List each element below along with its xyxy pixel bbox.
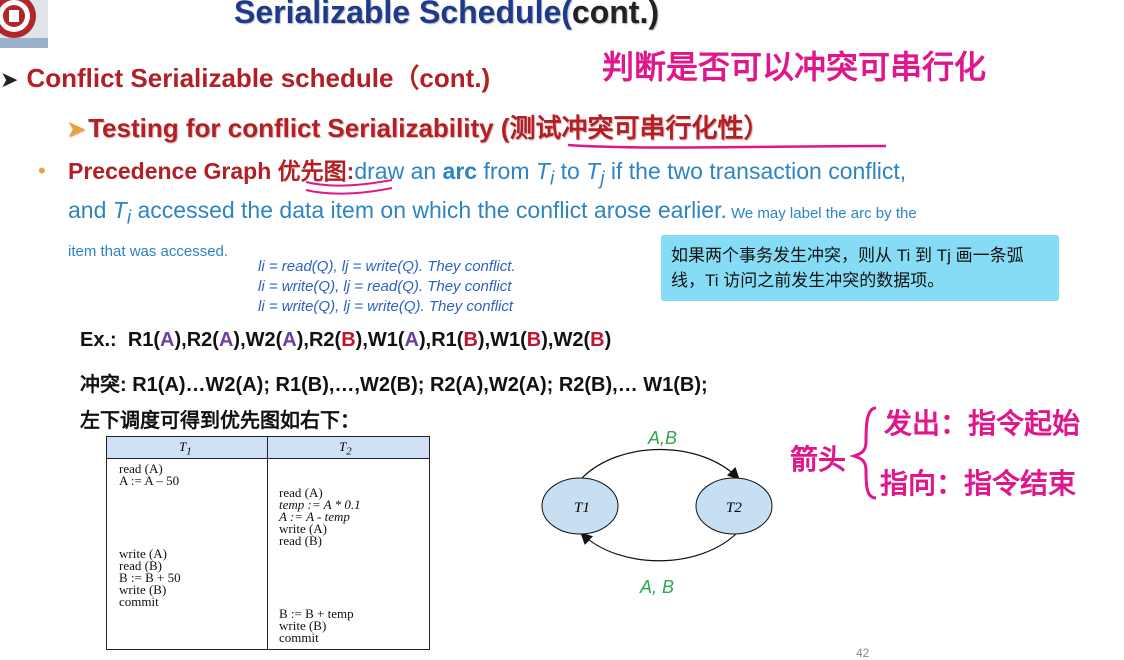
edge-top-label: A,B <box>647 428 677 448</box>
schedule-op: R2(A), <box>186 329 246 351</box>
page-number: 42 <box>856 646 870 660</box>
conflict-pairs-line: 冲突: R1(A)…W2(A); R1(B),…,W2(B); R2(A),W2… <box>80 374 708 396</box>
t2-ops-block1: read (A) temp := A * 0.1 A := A - temp writ… <box>279 485 361 548</box>
rule-line: li = read(Q), lj = write(Q). They confli… <box>258 258 516 275</box>
schedule-op: W1(A), <box>367 329 432 351</box>
schedule-op: W2(A), <box>245 329 309 351</box>
bullet-dot: • <box>38 158 46 183</box>
rule-line: li = write(Q), lj = write(Q). They confl… <box>258 298 514 315</box>
t1-ops-block2: write (A) read (B) B := B + 50 write (B) com… <box>119 546 181 609</box>
t2-ops-block2: B := B + temp write (B) commit <box>279 606 354 645</box>
schedule-op: R1(A), <box>127 329 187 351</box>
header-t1: T1 <box>179 439 192 458</box>
edge-bottom-label: A, B <box>639 577 674 597</box>
edge-t1-to-t2 <box>581 448 740 480</box>
schedule-table: T1 T2 read (A) A := A – 50 read (A) temp :… <box>106 436 430 650</box>
header-t2: T2 <box>339 439 352 458</box>
rule-line: li = write(Q), lj = read(Q). They confli… <box>258 278 512 295</box>
schedule-header <box>107 437 429 459</box>
precedence-graph: T1 T2 A,B A, B <box>541 428 773 597</box>
note-box: 如果两个事务发生冲突，则从 Ti 到 Tj 画一条弧线，Ti 访问之前发生冲突的… <box>661 235 1059 301</box>
conflict-rules: li = read(Q), lj = write(Q). They confli… <box>258 257 516 317</box>
schedule-note: 左下调度可得到优先图如右下： <box>80 410 360 432</box>
handwritten-line2: 指向：指令结束 <box>880 467 1077 500</box>
schedule-op: R1(B), <box>431 329 491 351</box>
handwritten-line1: 发出：指令起始 <box>884 407 1081 440</box>
schedule-op: W1(B), <box>490 329 554 351</box>
example-schedule-line: Ex.: R1(A),R2(A),W2(A),R2(B),W1(A),R1(B)… <box>80 329 612 351</box>
handwritten-brace-label: 箭头 <box>790 443 847 476</box>
schedule-op: W2(B) <box>553 329 612 351</box>
edge-t2-to-t1 <box>580 531 739 562</box>
node-t2-label: T2 <box>726 500 742 516</box>
schedule-op: R2(B), <box>308 329 368 351</box>
t1-ops-block1: read (A) A := A – 50 <box>119 461 180 488</box>
node-t1-label: T1 <box>574 500 590 516</box>
